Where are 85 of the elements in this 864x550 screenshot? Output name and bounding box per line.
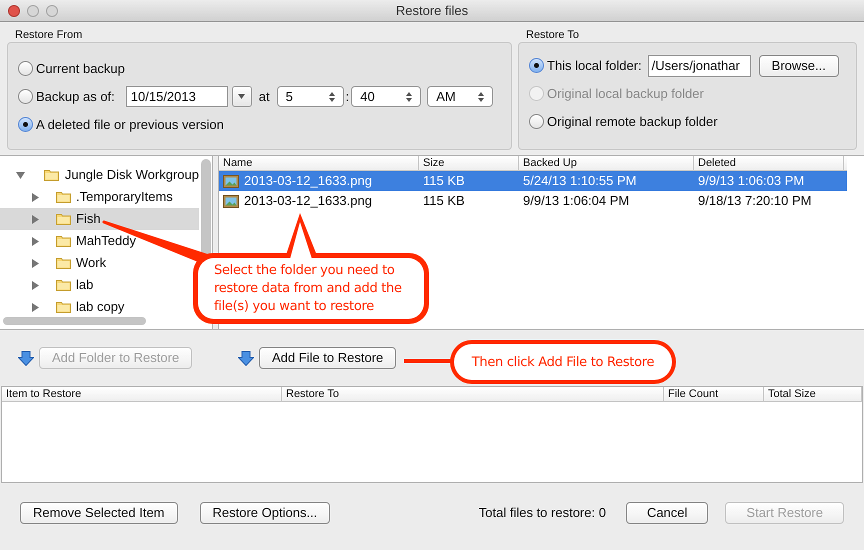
tree-item-label: lab (76, 276, 94, 294)
tree-item-label: Fish (76, 210, 101, 228)
column-header[interactable]: Deleted (694, 156, 844, 170)
expand-down-icon[interactable] (16, 170, 25, 180)
image-file-icon (223, 174, 239, 188)
image-file-icon (223, 194, 239, 208)
column-header[interactable]: Backed Up (519, 156, 694, 170)
close-button[interactable] (8, 4, 20, 16)
tree-row[interactable]: lab copy (0, 296, 199, 318)
folder-icon (56, 191, 71, 203)
table-cell-text: 115 KB (423, 192, 465, 210)
dropdown-button[interactable] (232, 86, 252, 107)
radio-label: Original remote backup folder (547, 112, 718, 131)
column-header[interactable]: Size (419, 156, 519, 170)
date-field[interactable]: 10/15/2013 (126, 86, 228, 107)
time-stepper[interactable]: 5 (276, 86, 344, 107)
download-arrow-icon (238, 350, 254, 366)
expand-right-icon[interactable] (31, 302, 40, 312)
section-label: Restore From (14, 28, 84, 42)
column-header[interactable]: Total Size (764, 387, 862, 401)
column-header[interactable]: Item to Restore (2, 387, 282, 401)
tree-row[interactable]: Fish (0, 208, 199, 230)
total-files-text: Total files to restore: 0 (478, 504, 606, 522)
time-stepper[interactable]: 40 (351, 86, 422, 107)
expand-right-icon[interactable] (31, 236, 40, 246)
window-title: Restore files (396, 2, 468, 20)
tree-item-label: MahTeddy (76, 232, 136, 250)
tree-item[interactable]: Jungle Disk Workgroup (64, 165, 199, 185)
callout-text: Then click Add File to Restore (470, 354, 656, 372)
caret-icon (238, 94, 246, 99)
footer-button[interactable]: Cancel (626, 502, 708, 524)
stepper-arrows-icon (328, 92, 335, 102)
callout-text: Select the folder you need to restore data from and add the file(s) you want to restore (214, 262, 403, 316)
folder-icon (56, 213, 71, 225)
column-header[interactable]: Name (219, 156, 419, 170)
folder-path-field[interactable]: /Users/jonathar (648, 54, 751, 76)
tree-item-label: .TemporaryItems (76, 188, 173, 206)
folder-icon (56, 301, 71, 313)
folder-icon (56, 235, 71, 247)
tree-item-label: lab copy (76, 298, 124, 316)
browse-button[interactable]: Browse... (758, 54, 839, 76)
section-label: Restore To (525, 28, 580, 42)
radio-label: Original local backup folder (547, 84, 704, 103)
radio-label: This local folder: (547, 56, 642, 75)
tree-row[interactable]: .TemporaryItems (0, 186, 199, 208)
horizontal-scrollbar[interactable] (3, 317, 146, 325)
table-cell-text: 5/24/13 1:10:55 PM (523, 172, 636, 190)
at-label: at (258, 88, 270, 106)
radio-button[interactable] (529, 114, 544, 129)
expand-right-icon[interactable] (31, 258, 40, 268)
table-cell-text: 2013-03-12_1633.png (244, 192, 372, 210)
column-header[interactable]: Restore To (282, 387, 664, 401)
radio-button[interactable] (18, 89, 33, 104)
stepper-arrows-icon (406, 92, 412, 102)
table-cell-text: 2013-03-12_1633.png (244, 172, 372, 190)
radio-button[interactable] (18, 61, 33, 76)
tree-item-label: Work (76, 254, 106, 272)
stepper-arrows-icon (478, 92, 484, 102)
time-separator: : (346, 88, 350, 106)
expand-right-icon[interactable] (31, 280, 40, 290)
time-stepper[interactable]: AM (427, 86, 494, 107)
footer-button[interactable]: Restore Options... (200, 502, 330, 524)
folder-icon (56, 257, 71, 269)
radio-label: A deleted file or previous version (36, 116, 224, 134)
radio-button[interactable] (529, 58, 544, 73)
table-cell-text: 115 KB (423, 172, 465, 190)
folder-icon (56, 279, 71, 291)
tree-row[interactable]: Work (0, 252, 199, 274)
tree-row[interactable]: MahTeddy (0, 230, 199, 252)
download-arrow-icon (18, 350, 34, 366)
file-row[interactable]: 2013-03-12_1633.png 115 KB 9/9/13 1:06:04 PM 9/18/13 7:20:10 PM (219, 191, 847, 211)
footer-button[interactable]: Remove Selected Item (20, 502, 178, 524)
expand-right-icon[interactable] (31, 214, 40, 224)
radio-label: Backup as of: (36, 88, 115, 106)
expand-right-icon[interactable] (31, 192, 40, 202)
folder-icon (44, 169, 59, 181)
table-cell-text: 9/18/13 7:20:10 PM (698, 192, 812, 210)
add-button[interactable]: Add File to Restore (259, 347, 396, 369)
tree-row[interactable]: lab (0, 274, 199, 296)
table-cell-text: 9/9/13 1:06:03 PM (698, 172, 804, 190)
column-header[interactable]: File Count (664, 387, 764, 401)
radio-button[interactable] (18, 117, 33, 132)
table-cell-text: 9/9/13 1:06:04 PM (523, 192, 630, 210)
radio-label: Current backup (36, 60, 125, 78)
file-row[interactable]: 2013-03-12_1633.png 115 KB 5/24/13 1:10:55 PM 9/9/13 1:06:03 PM (219, 171, 847, 191)
